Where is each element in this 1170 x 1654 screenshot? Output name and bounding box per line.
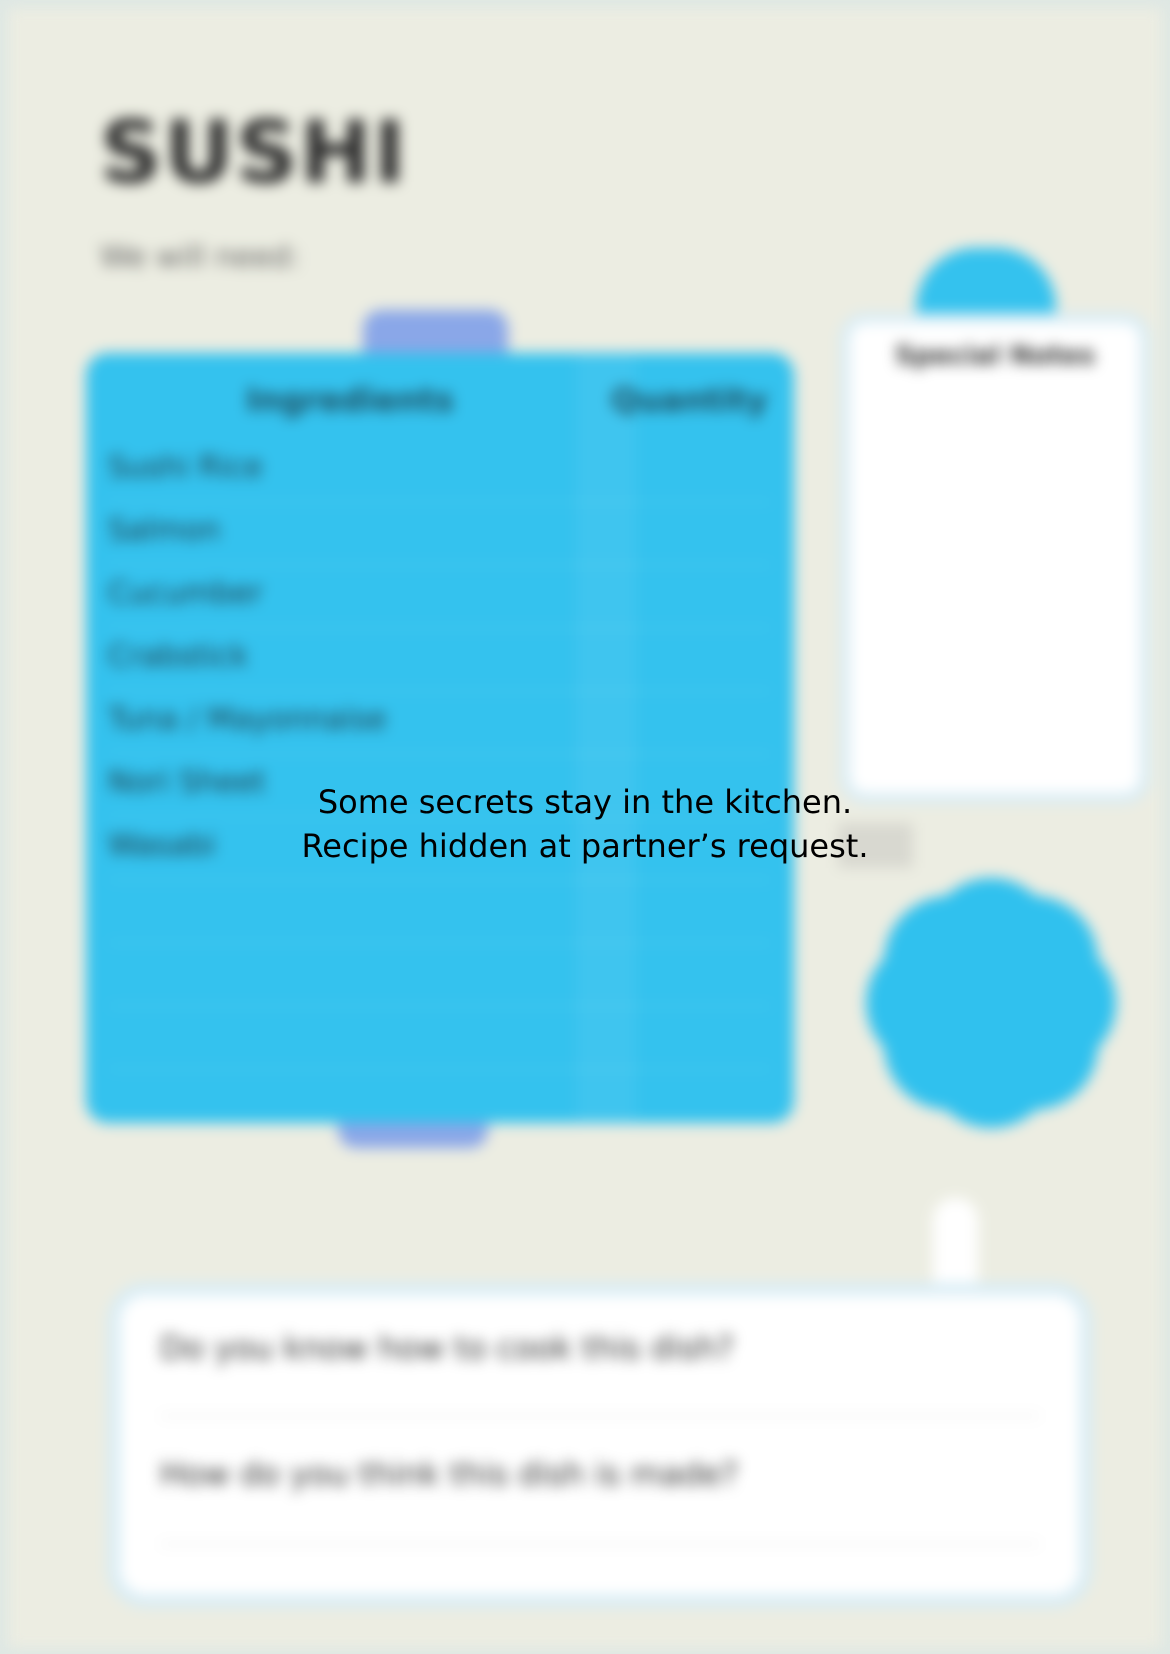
- notice-line-1: Some secrets stay in the kitchen.: [317, 783, 853, 821]
- special-notes-card: Special Notes: [840, 313, 1150, 803]
- recipe-subtitle: We will need:: [100, 240, 301, 275]
- notice-line-2: Recipe hidden at partner’s request.: [301, 827, 869, 865]
- recipe-title: SUSHI: [100, 103, 408, 203]
- table-row: [108, 879, 772, 944]
- table-row: Crabstick: [108, 627, 772, 692]
- question-card: Do you know how to cook this dish? How d…: [108, 1283, 1092, 1607]
- table-row: [108, 942, 772, 1007]
- ingredient-label: Cucumber: [108, 576, 263, 611]
- table-row: Salmon: [108, 501, 772, 566]
- question-bubble-tail: [933, 1198, 978, 1308]
- question-1: Do you know how to cook this dish?: [160, 1329, 734, 1367]
- table-row: Tuna / Mayonnaise: [108, 690, 772, 755]
- ingredient-label: Salmon: [108, 513, 221, 548]
- table-row: Sushi Rice: [108, 438, 772, 503]
- flower-badge: [866, 878, 1116, 1128]
- table-row: Cucumber: [108, 564, 772, 629]
- table-top-tab: [363, 310, 508, 360]
- quantity-header: Quantity: [611, 381, 768, 419]
- special-notes-title: Special Notes: [895, 341, 1095, 371]
- answer-line-2: [160, 1543, 1040, 1545]
- ingredient-label: Tuna / Mayonnaise: [108, 702, 387, 737]
- hidden-recipe-notice: Some secrets stay in the kitchen. Recipe…: [200, 780, 970, 868]
- table-bottom-tab: [338, 1108, 488, 1148]
- answer-line-1: [160, 1415, 1040, 1417]
- ingredient-label: Sushi Rice: [108, 450, 263, 485]
- ingredients-table: Ingredients Quantity Sushi Rice Salmon C…: [86, 353, 794, 1123]
- ingredients-header: Ingredients: [246, 381, 454, 419]
- ingredient-label: Crabstick: [108, 639, 249, 674]
- table-row: [108, 1005, 772, 1070]
- question-2: How do you think this dish is made?: [160, 1455, 739, 1493]
- quantity-column: [576, 353, 636, 1123]
- clipboard-clip: [916, 248, 1056, 318]
